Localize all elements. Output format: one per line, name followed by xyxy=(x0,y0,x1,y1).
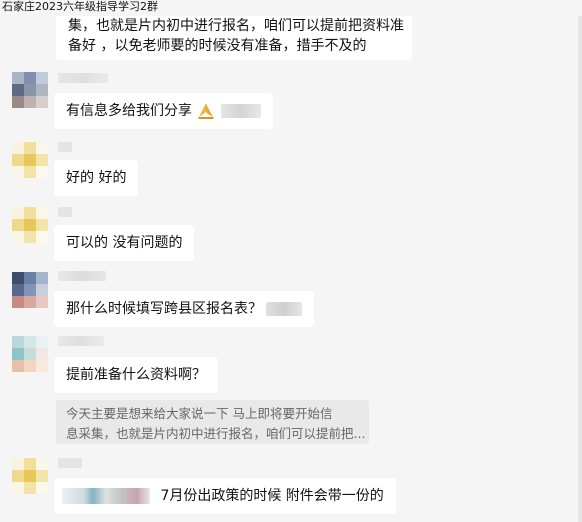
message-bubble[interactable]: 那什么时候填写跨县区报名表？ xyxy=(54,291,315,327)
avatar[interactable] xyxy=(12,142,48,178)
quote-text-line: 息采集，也就是片内初中进行报名，咱们可以提前把... xyxy=(66,426,366,441)
window-title: 石家庄2023六年级指导学习2群 xyxy=(0,0,582,16)
blurred-content xyxy=(62,488,150,504)
message-text: 好的 好的 xyxy=(66,170,127,186)
message-text: 可以的 没有问题的 xyxy=(66,235,183,251)
message-text: 提前准备什么资料啊？ xyxy=(66,367,206,383)
message-bubble[interactable]: 7月份出政策的时候 附件会带一份的 xyxy=(54,478,396,514)
message-bubble[interactable]: 提前准备什么资料啊？ xyxy=(54,357,218,393)
quoted-message[interactable]: 今天主要是想来给大家说一下 马上即将要开始信 息采集，也就是片内初中进行报名，咱… xyxy=(56,400,369,444)
message-bubble[interactable]: 好的 好的 xyxy=(54,160,139,196)
avatar[interactable] xyxy=(12,207,48,243)
sender-name xyxy=(58,142,72,152)
message-text-line: 备好 ，以免老师要的时候没有准备，措手不及的 xyxy=(68,38,367,54)
avatar[interactable] xyxy=(12,272,48,308)
message-text: 有信息多给我们分享 xyxy=(66,103,192,119)
sender-name xyxy=(58,458,82,468)
sender-name xyxy=(58,207,72,217)
message-text: 那什么时候填写跨县区报名表？ xyxy=(66,301,262,317)
blurred-content xyxy=(220,104,261,118)
avatar[interactable] xyxy=(12,336,48,372)
message-bubble[interactable]: 集，也就是片内初中进行报名，咱们可以提前把资料准 备好 ，以免老师要的时候没有准… xyxy=(56,10,412,60)
avatar[interactable] xyxy=(12,72,48,108)
sender-name xyxy=(58,271,106,281)
chat-message-list[interactable]: 集，也就是片内初中进行报名，咱们可以提前把资料准 备好 ，以免老师要的时候没有准… xyxy=(0,0,582,522)
sender-name xyxy=(58,73,108,83)
avatar[interactable] xyxy=(12,458,48,494)
message-bubble[interactable]: 可以的 没有问题的 xyxy=(54,225,195,261)
message-bubble[interactable]: 有信息多给我们分享 xyxy=(54,93,273,129)
scrollbar-track[interactable] xyxy=(578,0,582,522)
message-text: 7月份出政策的时候 附件会带一份的 xyxy=(160,488,384,504)
praying-hands-icon xyxy=(198,104,215,119)
quote-text-line: 今天主要是想来给大家说一下 马上即将要开始信 xyxy=(66,404,359,424)
message-text-line: 集，也就是片内初中进行报名，咱们可以提前把资料准 xyxy=(68,18,404,34)
blurred-content xyxy=(266,302,303,316)
sender-name xyxy=(58,336,104,346)
quote-text: 今天主要是想来给大家说一下 马上即将要开始信 xyxy=(66,406,333,421)
